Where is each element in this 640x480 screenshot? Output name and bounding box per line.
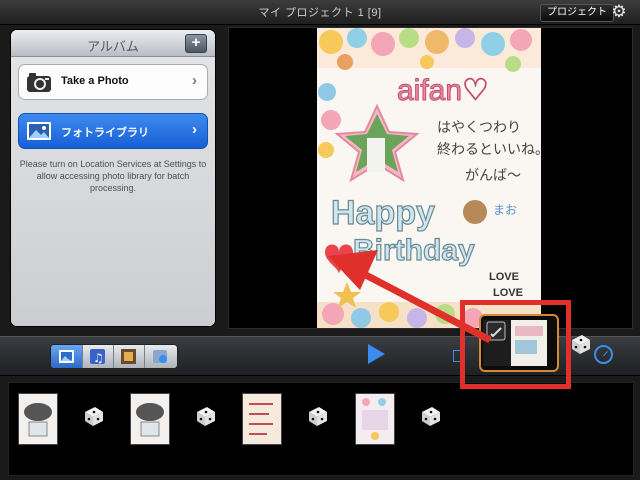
card-name-text: まお <box>493 203 517 217</box>
svg-text:♫: ♫ <box>93 351 104 365</box>
take-photo-label: Take a Photo <box>61 75 129 87</box>
take-photo-button[interactable]: Take a Photo › <box>18 64 208 100</box>
album-header: アルバム + <box>11 30 215 57</box>
gear-icon[interactable]: ⚙ <box>608 1 630 23</box>
dice-icon[interactable] <box>81 404 105 428</box>
timeline-strip <box>8 382 634 476</box>
tab-photos[interactable] <box>51 345 83 368</box>
music-icon: ♫ <box>90 349 105 365</box>
add-album-button[interactable]: + <box>185 34 207 53</box>
timeline-photo-4[interactable] <box>355 393 395 445</box>
photo-library-label: フォトライブラリ <box>61 127 149 139</box>
photo-library-button[interactable]: フォトライブラリ › <box>18 113 208 149</box>
dice-icon[interactable] <box>305 404 329 428</box>
top-bar: マイ プロジェクト 1 [9] プロジェクト ⚙ <box>0 0 640 25</box>
camera-icon <box>27 73 51 92</box>
tab-film[interactable] <box>113 345 145 368</box>
clock-icon[interactable] <box>594 345 613 364</box>
timeline-photo-1[interactable] <box>18 393 58 445</box>
film-icon <box>121 349 136 364</box>
album-panel: アルバム + Take a Photo › フォトライブラリ › Please … <box>11 30 215 326</box>
card-message-line-1: はやくつわり <box>437 120 521 136</box>
location-notice: Please turn on Location Services at Sett… <box>19 159 207 193</box>
album-body: Take a Photo › フォトライブラリ › Please turn on… <box>11 57 215 326</box>
card-message-line-3: がんば〜 <box>465 168 521 184</box>
projects-button[interactable]: プロジェクト <box>540 4 614 22</box>
media-segmented-control: ♫ <box>50 344 178 369</box>
dice-icon[interactable] <box>193 404 217 428</box>
tab-music[interactable]: ♫ <box>82 345 114 368</box>
highlight-arrow <box>328 250 492 344</box>
tab-settings[interactable] <box>144 345 175 368</box>
settings-icon <box>153 350 167 363</box>
chevron-right-icon: › <box>192 72 197 89</box>
photo-library-icon <box>27 122 51 140</box>
dice-icon[interactable] <box>568 332 592 356</box>
card-message-line-2: 終わるといいね。 <box>437 142 541 158</box>
chevron-right-icon: › <box>192 121 197 138</box>
photo-icon <box>59 350 74 363</box>
dice-icon[interactable] <box>418 404 442 428</box>
timeline-photo-3[interactable] <box>242 393 282 445</box>
card-logo-text: aifan♡ <box>397 74 489 107</box>
timeline-photo-2[interactable] <box>130 393 170 445</box>
card-happy-text: Happy <box>331 194 435 232</box>
